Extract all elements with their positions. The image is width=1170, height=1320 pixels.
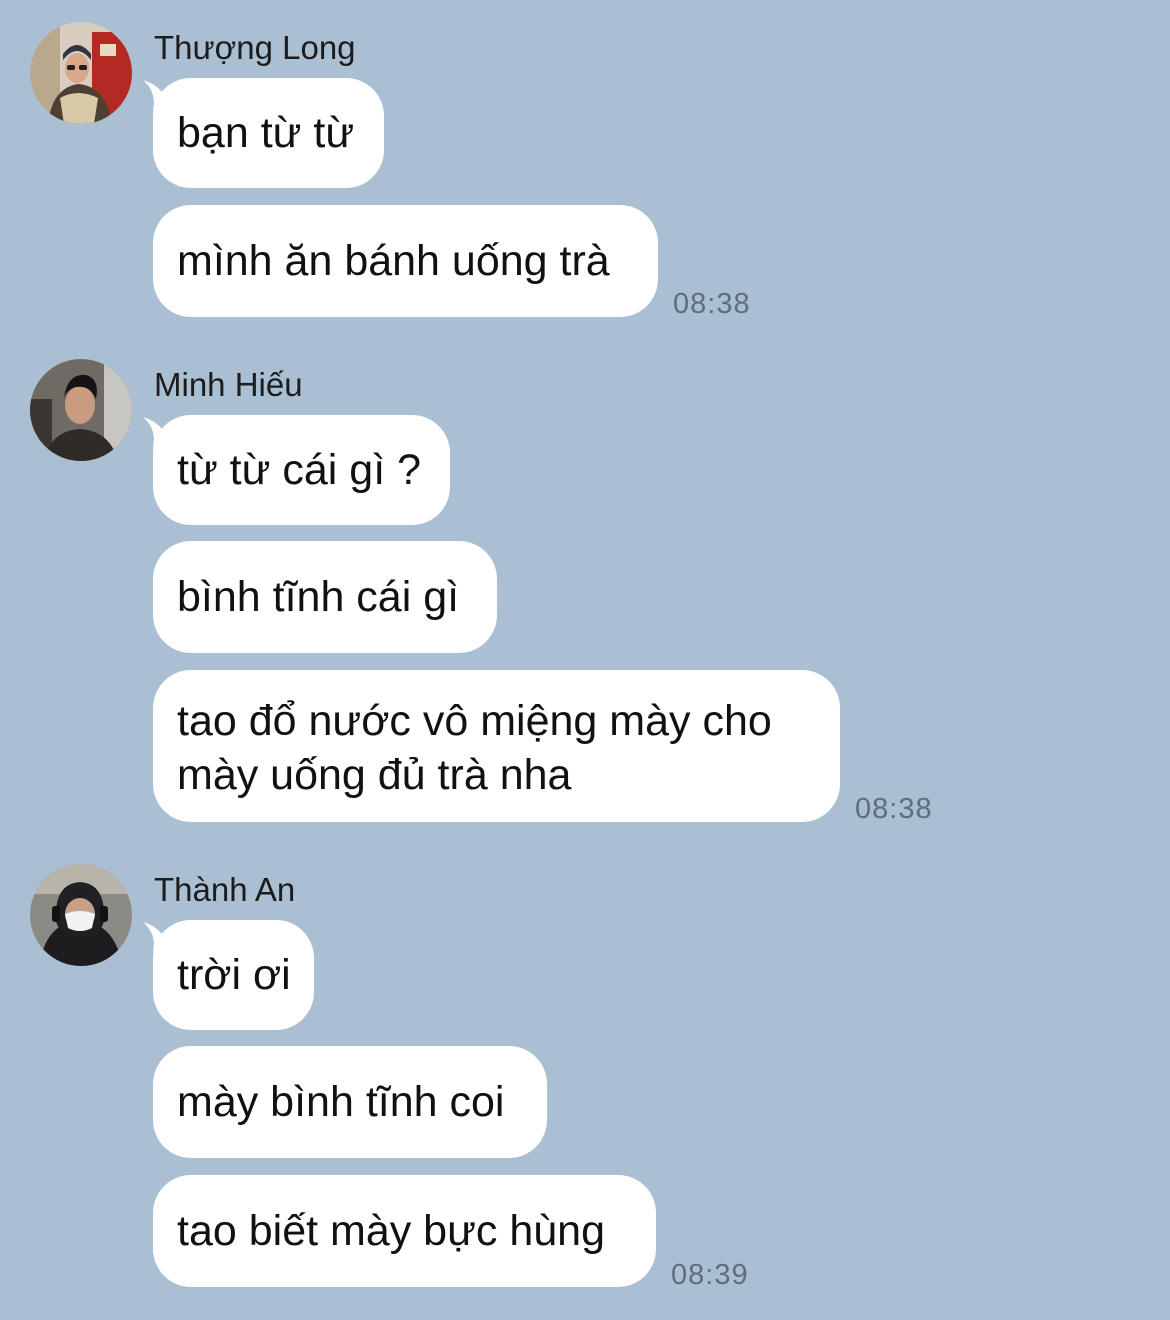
message-text: mình ăn bánh uống trà bbox=[177, 237, 610, 285]
user-avatar-photo-icon bbox=[30, 864, 132, 966]
message-timestamp: 08:38 bbox=[673, 288, 751, 320]
message-text: tao đổ nước vô miệng mày cho mày uống đủ… bbox=[177, 697, 772, 799]
avatar[interactable] bbox=[30, 864, 132, 966]
message-timestamp: 08:39 bbox=[671, 1259, 749, 1291]
sender-name: Thượng Long bbox=[154, 29, 356, 66]
message-text: bình tĩnh cái gì bbox=[177, 573, 460, 621]
message-bubble[interactable]: bạn từ từ bbox=[153, 78, 384, 188]
message-bubble[interactable]: mày bình tĩnh coi bbox=[153, 1046, 547, 1158]
avatar[interactable] bbox=[30, 359, 132, 461]
message-text: từ từ cái gì ? bbox=[177, 446, 421, 494]
message-text: trời ơi bbox=[177, 951, 291, 999]
message-bubble[interactable]: trời ơi bbox=[153, 920, 314, 1030]
message-bubble[interactable]: từ từ cái gì ? bbox=[153, 415, 450, 525]
sender-name: Thành An bbox=[154, 871, 296, 908]
message-bubble[interactable]: tao biết mày bực hùng bbox=[153, 1175, 656, 1287]
user-avatar-photo-icon bbox=[30, 359, 132, 461]
message-text: mày bình tĩnh coi bbox=[177, 1078, 505, 1126]
message-timestamp: 08:38 bbox=[855, 793, 933, 825]
user-avatar-photo-icon bbox=[30, 22, 132, 124]
message-bubble[interactable]: bình tĩnh cái gì bbox=[153, 541, 497, 653]
message-bubble[interactable]: mình ăn bánh uống trà bbox=[153, 205, 658, 317]
message-text: tao biết mày bực hùng bbox=[177, 1207, 605, 1255]
message-text: bạn từ từ bbox=[177, 109, 355, 157]
avatar[interactable] bbox=[30, 22, 132, 124]
sender-name: Minh Hiếu bbox=[154, 366, 303, 403]
message-bubble[interactable]: tao đổ nước vô miệng mày cho mày uống đủ… bbox=[153, 670, 840, 822]
